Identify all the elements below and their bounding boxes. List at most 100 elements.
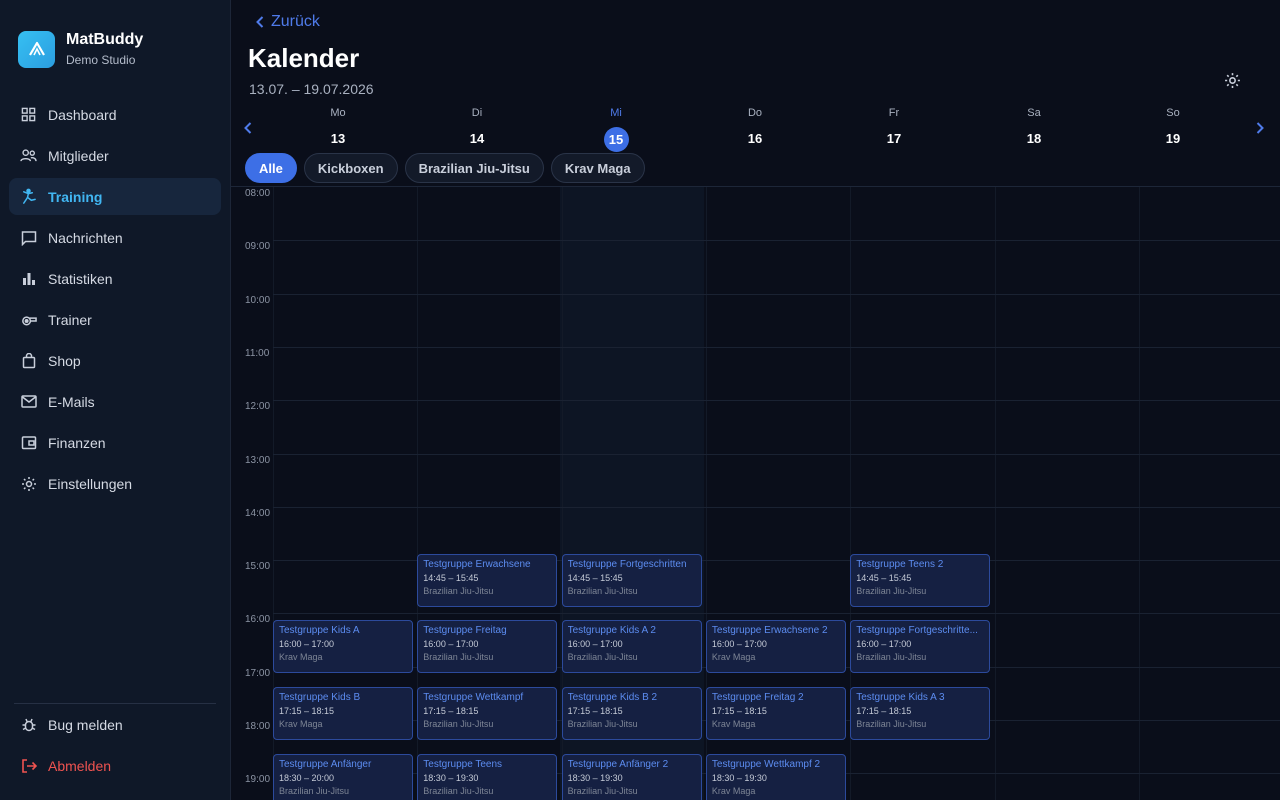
event-discipline: Brazilian Jiu-Jitsu: [567, 719, 638, 730]
day-header-di[interactable]: Di 14: [437, 105, 517, 151]
event-discipline: Krav Maga: [279, 652, 323, 663]
event-time: 16:00 – 17:00: [279, 639, 335, 650]
event-time: 14:45 – 15:45: [567, 572, 623, 583]
event-discipline: Brazilian Jiu-Jitsu: [423, 652, 494, 663]
hour-label: 14:00: [245, 507, 271, 519]
day-header-so[interactable]: So 19: [1133, 105, 1213, 151]
brand[interactable]: MatBuddy Demo Studio: [18, 30, 143, 68]
sidebar-item-label: Bug melden: [48, 716, 123, 733]
calendar-grid[interactable]: 08:00 09:00 10:00 11:00 12:00 13:00 14:00 15:00…: [231, 186, 1280, 800]
event-time: 16:00 – 17:00: [423, 639, 479, 650]
event-title: Testgruppe Fortgeschritten: [567, 558, 687, 570]
day-header-mo[interactable]: Mo 13: [298, 105, 378, 151]
sidebar-divider: [14, 703, 216, 704]
mail-icon: [20, 393, 37, 410]
event-discipline: Brazilian Jiu-Jitsu: [567, 585, 638, 596]
day-header-fr[interactable]: Fr 17: [854, 105, 934, 151]
filter-chip-kickboxen[interactable]: Kickboxen: [303, 153, 398, 183]
sidebar-item-label: Trainer: [48, 311, 92, 328]
hour-label: 15:00: [245, 561, 271, 573]
sidebar-item-trainer[interactable]: Trainer: [9, 301, 221, 338]
calendar-event[interactable]: Testgruppe Fortgeschritte... 16:00 – 17:0…: [850, 620, 991, 674]
day-date: 14: [469, 131, 485, 146]
event-time: 17:15 – 18:15: [279, 706, 335, 717]
day-date: 17: [886, 131, 902, 146]
filter-chip-krav-maga[interactable]: Krav Maga: [550, 153, 645, 183]
event-title: Testgruppe Anfänger: [279, 758, 372, 770]
calendar-event[interactable]: Testgruppe Freitag 16:00 – 17:00 Brazilian…: [417, 620, 558, 674]
sidebar-item-finanzen[interactable]: Finanzen: [9, 424, 221, 461]
calendar-event[interactable]: Testgruppe Teens 2 14:45 – 15:45 Brazilian…: [850, 553, 991, 607]
event-discipline: Brazilian Jiu-Jitsu: [856, 585, 927, 596]
hour-label: 08:00: [245, 188, 271, 199]
event-title: Testgruppe Anfänger 2: [567, 758, 669, 770]
calendar-event[interactable]: Testgruppe Anfänger 2 18:30 – 19:30 Brazil…: [561, 753, 702, 800]
bar-chart-icon: [20, 270, 37, 287]
calendar-event[interactable]: Testgruppe Kids B 2 17:15 – 18:15 Brazilia…: [561, 687, 702, 741]
calendar-event[interactable]: Testgruppe Kids A 3 17:15 – 18:15 Brazilia…: [850, 687, 991, 741]
calendar-event[interactable]: Testgruppe Fortgeschritten 14:45 – 15:45 B…: [561, 553, 702, 607]
filter-chip-alle[interactable]: Alle: [245, 153, 297, 183]
event-title: Testgruppe Erwachsene: [423, 558, 531, 570]
logout-icon: [20, 757, 37, 774]
calendar-event[interactable]: Testgruppe Freitag 2 17:15 – 18:15 Krav Ma…: [705, 687, 846, 741]
sidebar-item-einstellungen[interactable]: Einstellungen: [9, 465, 221, 502]
calendar-event[interactable]: Testgruppe Wettkampf 2 18:30 – 19:30 Krav …: [705, 753, 846, 800]
event-time: 16:00 – 17:00: [856, 639, 912, 650]
day-name: Do: [747, 107, 763, 119]
sidebar-item-nachrichten[interactable]: Nachrichten: [9, 219, 221, 256]
calendar-event[interactable]: Testgruppe Anfänger 18:30 – 20:00 Brazilia…: [273, 753, 413, 800]
calendar-event[interactable]: Testgruppe Erwachsene 2 16:00 – 17:00 Krav…: [705, 620, 846, 674]
event-discipline: Krav Maga: [279, 719, 323, 730]
calendar-event[interactable]: Testgruppe Kids B 17:15 – 18:15 Krav Maga: [273, 687, 413, 741]
app-window: MatBuddy Demo Studio Dashboard Mitgliede…: [0, 0, 1280, 800]
hour-label: 13:00: [245, 454, 271, 466]
sidebar-item-label: Abmelden: [48, 757, 112, 774]
calendar-settings-button[interactable]: [1224, 72, 1244, 92]
back-link[interactable]: Zurück: [255, 13, 320, 31]
calendar-event[interactable]: Testgruppe Wettkampf 17:15 – 18:15 Brazili…: [417, 687, 558, 741]
hour-label: 09:00: [245, 241, 271, 253]
matbuddy-logo-icon: [18, 30, 55, 68]
sidebar-item-label: Mitglieder: [48, 147, 109, 164]
day-header-sa[interactable]: Sa 18: [994, 105, 1074, 151]
calendar-event[interactable]: Testgruppe Kids A 2 16:00 – 17:00 Brazilia…: [561, 620, 702, 674]
event-time: 17:15 – 18:15: [567, 706, 623, 717]
gear-icon: [20, 475, 37, 492]
bug-report-button[interactable]: Bug melden: [9, 706, 221, 743]
event-title: Testgruppe Erwachsene 2: [711, 625, 828, 637]
next-week-button[interactable]: [1255, 120, 1265, 141]
event-time: 16:00 – 17:00: [711, 639, 767, 650]
event-discipline: Brazilian Jiu-Jitsu: [856, 652, 927, 663]
grid-icon: [20, 106, 37, 123]
sidebar-item-dashboard[interactable]: Dashboard: [9, 96, 221, 133]
event-discipline: Brazilian Jiu-Jitsu: [567, 652, 638, 663]
day-date: 16: [747, 131, 763, 146]
sidebar-item-training[interactable]: Training: [9, 178, 221, 215]
previous-week-button[interactable]: [243, 120, 253, 141]
filter-chip-brazilian-jiu-jitsu[interactable]: Brazilian Jiu-Jitsu: [404, 153, 544, 183]
event-title: Testgruppe Kids B 2: [567, 692, 658, 704]
event-title: Testgruppe Kids B: [279, 692, 361, 704]
calendar-event[interactable]: Testgruppe Teens 18:30 – 19:30 Brazilian J…: [417, 753, 558, 800]
event-title: Testgruppe Wettkampf 2: [711, 758, 821, 770]
event-time: 14:45 – 15:45: [856, 572, 912, 583]
event-discipline: Brazilian Jiu-Jitsu: [279, 785, 350, 796]
sidebar-item-mitglieder[interactable]: Mitglieder: [9, 137, 221, 174]
sidebar-item-shop[interactable]: Shop: [9, 342, 221, 379]
sidebar-item-statistiken[interactable]: Statistiken: [9, 260, 221, 297]
gear-icon: [1225, 73, 1240, 88]
event-time: 18:30 – 19:30: [423, 772, 479, 783]
logout-button[interactable]: Abmelden: [9, 747, 221, 784]
day-header-do[interactable]: Do 16: [715, 105, 795, 151]
day-header-mi[interactable]: Mi 15: [576, 105, 656, 152]
wallet-icon: [20, 434, 37, 451]
event-discipline: Brazilian Jiu-Jitsu: [856, 719, 927, 730]
calendar-event[interactable]: Testgruppe Erwachsene 14:45 – 15:45 Brazil…: [417, 553, 558, 607]
calendar-event[interactable]: Testgruppe Kids A 16:00 – 17:00 Krav Maga: [273, 620, 413, 674]
event-discipline: Krav Maga: [711, 719, 756, 730]
sidebar-item-e-mails[interactable]: E-Mails: [9, 383, 221, 420]
event-title: Testgruppe Kids A: [279, 625, 360, 637]
hour-label: 10:00: [245, 294, 271, 306]
event-time: 17:15 – 18:15: [856, 706, 912, 717]
